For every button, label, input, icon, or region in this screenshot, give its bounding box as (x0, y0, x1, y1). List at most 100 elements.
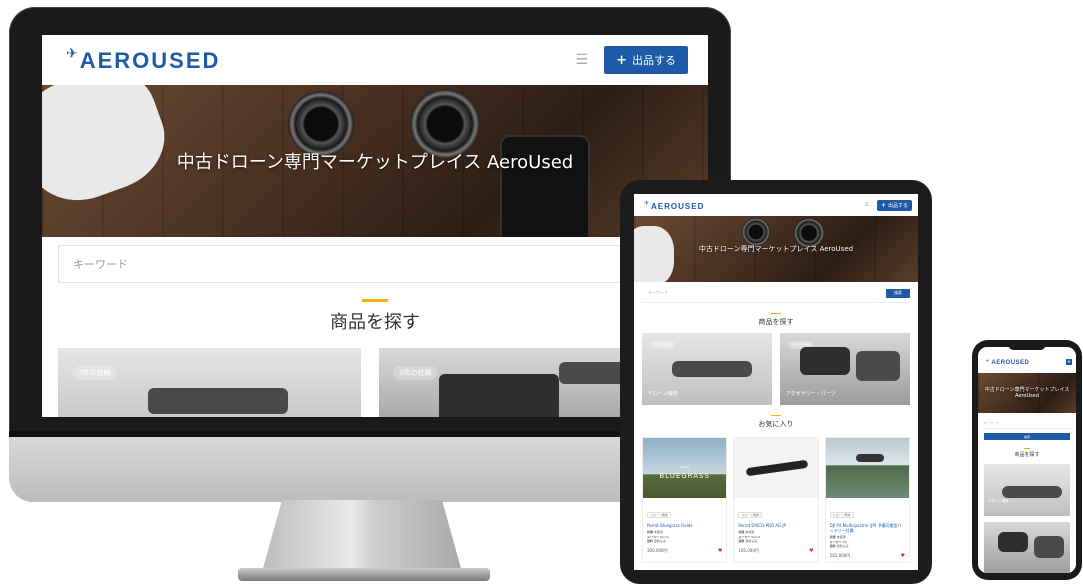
list-item-button[interactable]: + 出品する (604, 46, 688, 74)
product-body: ドローン機体 Parrot DISCO-PRO AG JP 状態 未使用 メーカ… (734, 498, 817, 557)
category-count-badge: 7件の投稿 (650, 341, 675, 349)
product-tag: ドローン機体 (829, 512, 854, 518)
hero-title: 中古ドローン専門マーケットプレイス AeroUsed (698, 245, 854, 253)
section-title: 商品を探す (758, 318, 794, 326)
product-meta: 状態 未使用 メーカー Parrot 送料 送料込み (738, 530, 813, 544)
logo-text: AEROUSED (991, 360, 1030, 366)
meta-key: 送料 (738, 539, 745, 544)
product-name[interactable]: DJI P4 Multispectral (JP) 予備可搬型バッテリー付属 (830, 523, 905, 533)
meta-key: 送料 (829, 544, 836, 549)
category-label: ドローン機体 (988, 499, 1009, 503)
product-image (825, 438, 909, 498)
hamburger-icon[interactable]: ☰ (576, 52, 589, 68)
category-card-accessories[interactable] (984, 522, 1070, 573)
drone-image (1002, 486, 1062, 498)
accessory-image (856, 351, 900, 381)
category-card-accessories[interactable]: 3件の投稿 アクセサリー・パーツ (780, 333, 910, 405)
meta-key: 状態 (647, 530, 654, 535)
hero-lens-image (742, 218, 770, 246)
drone-image (148, 388, 288, 414)
product-image-text: BLUEGRASS (659, 472, 710, 480)
product-footer: 165,000円 ♥ (738, 548, 813, 554)
drone-logo-icon: ✈ (644, 199, 650, 207)
search-input[interactable]: キーワード (58, 245, 692, 283)
product-image (734, 438, 818, 498)
heart-icon[interactable]: ♥ (901, 553, 905, 559)
category-card-drones[interactable]: 7件の投稿 ドローン機体 (642, 333, 772, 405)
product-footer: 242,000円 ♥ (830, 553, 905, 559)
site-header: ✈ AEROUSED ☰ + 出品する (42, 35, 708, 85)
product-card[interactable]: ドローン機体 Parrot DISCO-PRO AG JP 状態 未使用 メーカ… (733, 437, 819, 563)
section-title: 商品を探す (330, 312, 420, 333)
site-logo[interactable]: ✈ AEROUSED (644, 200, 704, 211)
site-logo[interactable]: ✈ AEROUSED (66, 46, 220, 74)
meta-key: 送料 (647, 539, 654, 544)
product-price: 300,000円 (647, 547, 668, 553)
hamburger-icon[interactable]: ☰ (864, 202, 868, 208)
product-card[interactable]: Parrot BLUEGRASS ドローン機体 Parrot Bluegrass… (642, 437, 728, 563)
plus-icon[interactable]: + (1066, 359, 1072, 365)
list-item-button[interactable]: + 出品する (876, 199, 912, 211)
logo-text: AEROUSED (651, 201, 705, 211)
drone-image (672, 361, 752, 377)
accessory-image (439, 374, 559, 417)
product-price: 165,000円 (738, 547, 759, 553)
heart-icon[interactable]: ♥ (809, 548, 813, 554)
hero-banner: 中古ドローン専門マーケットプレイス AeroUsed (634, 216, 918, 282)
accessory-image (1034, 536, 1064, 558)
category-card-drones[interactable]: 7件の投稿 (58, 348, 361, 417)
product-body: ドローン機体 Parrot Bluegrass Fields 状態 未使用 メー… (643, 498, 726, 557)
drone-image (855, 454, 884, 462)
divider (642, 302, 910, 303)
category-list: 7件の投稿 3件の投稿 (42, 334, 708, 417)
meta-value: 未使用 (653, 530, 663, 535)
category-count-badge: 3件の投稿 (393, 366, 438, 380)
section-accent (771, 415, 781, 416)
product-name[interactable]: Parrot Bluegrass Fields (647, 523, 722, 528)
site-header: ✈ AEROUSED ☰ + 出品する (634, 194, 918, 216)
category-card-drones[interactable]: ドローン機体 (984, 464, 1070, 516)
monitor-stand (262, 500, 462, 572)
meta-value: 送料込み (836, 544, 849, 549)
phone-screen: ✈ AEROUSED + 中古ドローン専門マーケットプレイス AeroUsed … (978, 347, 1076, 573)
meta-key: 状態 (829, 535, 836, 540)
product-card[interactable]: ドローン機体 DJI P4 Multispectral (JP) 予備可搬型バッ… (824, 437, 910, 563)
category-label: ドローン機体 (648, 391, 678, 397)
search-bar: キーワード 検索 (642, 287, 910, 299)
category-label: アクセサリー・パーツ (786, 391, 836, 397)
search-input[interactable]: キーワード (984, 421, 1070, 429)
monitor-stand-base (238, 568, 490, 581)
hero-title: 中古ドローン専門マーケットプレイス AeroUsed (176, 152, 574, 173)
product-name[interactable]: Parrot DISCO-PRO AG JP (738, 523, 813, 528)
desktop-screen: ✈ AEROUSED ☰ + 出品する 中古ドローン専門マーケットプレイス Ae… (42, 35, 708, 417)
search-input[interactable]: キーワード (642, 290, 886, 296)
hero-drone-image (634, 226, 674, 282)
site-logo[interactable]: ✈ AEROUSED (986, 358, 1029, 366)
plus-icon: + (616, 52, 627, 68)
section-title: 商品を探す (1014, 452, 1040, 458)
product-price: 242,000円 (829, 552, 851, 558)
heart-icon[interactable]: ♥ (718, 548, 722, 554)
drone-logo-icon: ✈ (986, 358, 990, 363)
list-button-label: 出品する (887, 202, 908, 209)
plus-icon: + (880, 201, 886, 209)
drone-logo-icon: ✈ (66, 46, 78, 62)
section-accent (771, 313, 781, 314)
search-button[interactable]: 検索 (886, 288, 910, 298)
section-accent (362, 299, 388, 302)
meta-value: 送料込み (745, 539, 758, 544)
product-tag: ドローン機体 (738, 512, 763, 518)
category-list: 7件の投稿 ドローン機体 3件の投稿 アクセサリー・パーツ (634, 327, 918, 405)
product-meta: 状態 未使用 メーカー Parrot 送料 送料込み (647, 530, 722, 544)
drone-image (746, 459, 809, 477)
product-image: Parrot BLUEGRASS (643, 438, 727, 498)
search-button[interactable]: 検索 (984, 433, 1070, 440)
product-meta: 状態 未使用 メーカー DJI 送料 送料込み (830, 535, 905, 549)
product-body: ドローン機体 DJI P4 Multispectral (JP) 予備可搬型バッ… (826, 498, 909, 562)
header-actions: ☰ + 出品する (576, 46, 688, 74)
header-actions: ☰ + 出品する (864, 199, 912, 211)
hero-title: 中古ドローン専門マーケットプレイス AeroUsed (984, 386, 1070, 400)
product-tag: ドローン機体 (647, 512, 671, 518)
favorites-list: Parrot BLUEGRASS ドローン機体 Parrot Bluegrass… (634, 429, 918, 563)
list-button-label: 出品する (632, 54, 676, 67)
